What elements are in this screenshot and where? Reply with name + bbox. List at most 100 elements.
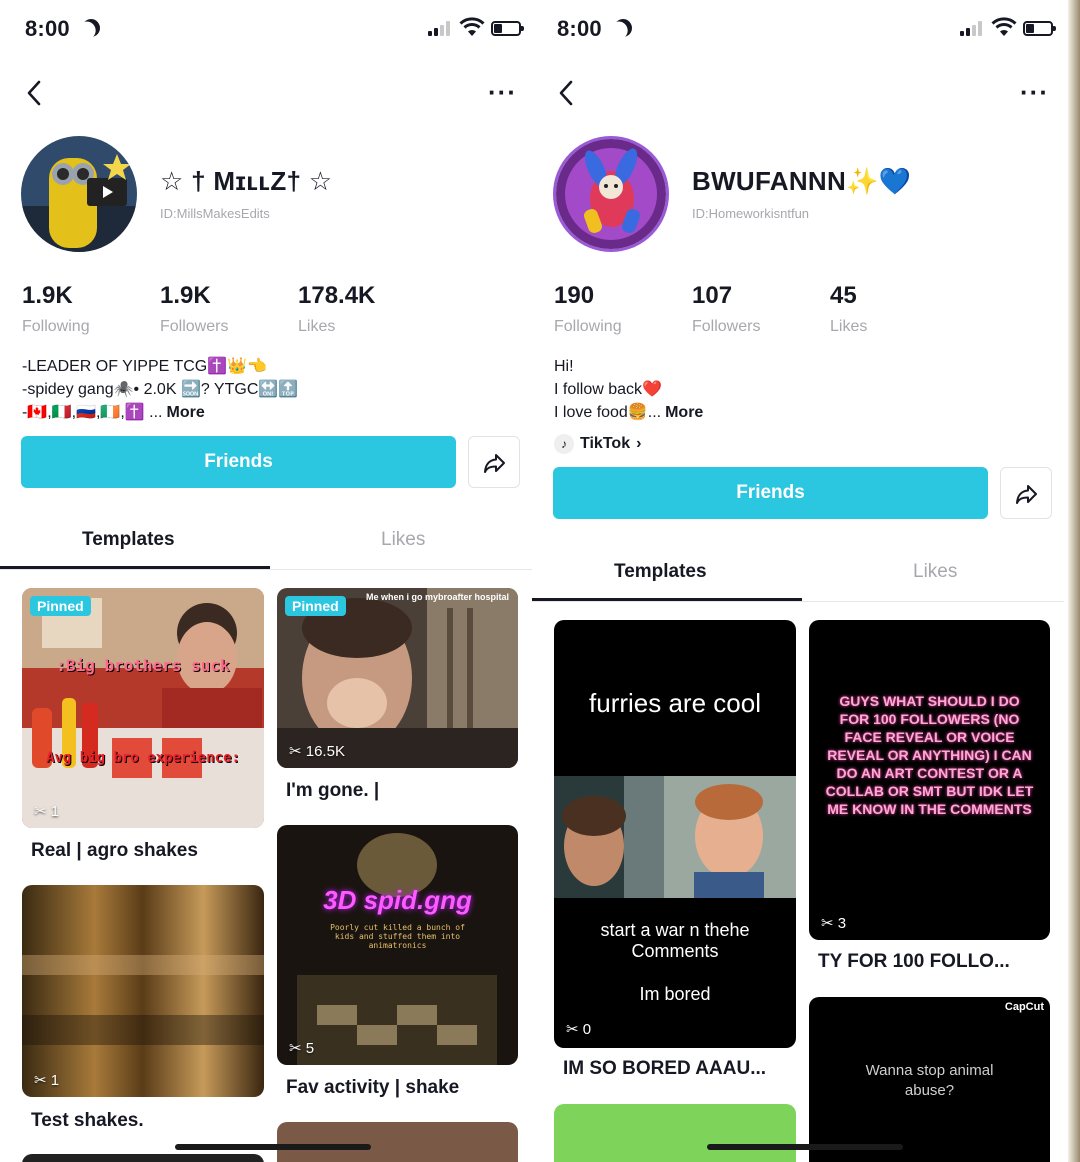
- signal-icon: [960, 20, 986, 36]
- signal-icon: [428, 20, 454, 36]
- template-card[interactable]: [22, 1154, 264, 1162]
- bio-line: I love food🍔... More: [554, 401, 703, 424]
- template-caption[interactable]: Test shakes.: [31, 1110, 144, 1132]
- friends-button[interactable]: Friends: [21, 436, 456, 488]
- tiktok-icon: ♪: [554, 434, 574, 454]
- status-time: 8:00: [25, 16, 70, 41]
- followers-label: Followers: [692, 318, 761, 335]
- tab-likes[interactable]: Likes: [913, 561, 957, 583]
- uses-count: ✂ 0: [566, 1021, 592, 1038]
- left-profile-screen: 8:00 ··· ☆ † MɪʟʟZ† ☆ ID:MillsMakesEdits…: [0, 0, 532, 1162]
- tab-templates[interactable]: Templates: [82, 529, 175, 551]
- bio-more-link[interactable]: More: [665, 404, 703, 421]
- profile-id: ID:MillsMakesEdits: [160, 206, 270, 221]
- overlay-text: Im bored: [639, 984, 711, 1004]
- bio-line-text: -🇨🇦,🇮🇹,🇷🇺,🇮🇪,✝️ ...: [22, 404, 163, 421]
- uses-value: 1: [50, 803, 60, 820]
- likes-count: 45: [830, 282, 857, 309]
- bio-line: -LEADER OF YIPPE TCG✝️👑👈: [22, 358, 267, 375]
- uses-value: 16.5K: [305, 743, 345, 760]
- overlay-text: :Big brothers suck: [56, 656, 230, 675]
- overlay-text: 3D spid.gng: [323, 885, 472, 915]
- followers-label: Followers: [160, 318, 229, 335]
- tab-divider: [532, 601, 1064, 602]
- template-card[interactable]: [554, 1104, 796, 1162]
- uses-count: ✂ 5: [289, 1040, 315, 1057]
- template-caption[interactable]: Fav activity | shake: [286, 1077, 459, 1099]
- following-label: Following: [554, 318, 622, 335]
- template-card[interactable]: CapCut Wanna stop animal abuse?: [809, 997, 1050, 1162]
- tab-templates[interactable]: Templates: [614, 561, 707, 583]
- bio-line: -spidey gang🕷️• 2.0K 🔜? YTGC🔛🔝: [22, 381, 299, 398]
- status-bar: 8:00: [0, 0, 532, 60]
- overlay-text: furries are cool: [589, 688, 761, 718]
- share-button[interactable]: [1000, 467, 1052, 519]
- tiktok-link[interactable]: ♪ TikTok ›: [554, 432, 641, 456]
- template-caption[interactable]: IM SO BORED AAAU...: [563, 1058, 766, 1080]
- avatar[interactable]: [553, 136, 669, 252]
- more-options-icon[interactable]: ···: [488, 79, 518, 105]
- uses-count: ✂ 16.5K: [289, 743, 345, 760]
- status-time: 8:00: [557, 16, 602, 41]
- template-card[interactable]: Guys what should I do for 100 followers …: [809, 620, 1050, 940]
- bio-line: -🇨🇦,🇮🇹,🇷🇺,🇮🇪,✝️ ... More: [22, 401, 205, 424]
- template-card[interactable]: furries are cool start a war n thehe Com…: [554, 620, 796, 1048]
- home-indicator[interactable]: [175, 1144, 371, 1150]
- wifi-icon: [991, 17, 1017, 36]
- uses-count: ✂ 1: [34, 803, 60, 820]
- template-card[interactable]: Pinned :Big brothers suck Avg big bro ex…: [22, 588, 264, 828]
- share-button[interactable]: [468, 436, 520, 488]
- tab-divider: [0, 569, 532, 570]
- battery-icon: [1023, 21, 1056, 36]
- device-edge: [1068, 0, 1080, 1162]
- wifi-icon: [459, 17, 485, 36]
- status-bar: 8:00: [532, 0, 1064, 60]
- avatar[interactable]: [21, 136, 137, 252]
- profile-id: ID:Homeworkisntfun: [692, 206, 810, 221]
- share-icon: [1016, 485, 1037, 504]
- followers-count[interactable]: 1.9K: [160, 282, 211, 310]
- moon-icon: [79, 16, 104, 41]
- following-label: Following: [22, 318, 90, 335]
- tiktok-link-label: TikTok: [580, 435, 631, 452]
- overlay-text: Poorly cut killed a bunch of kids and st…: [330, 923, 465, 950]
- uses-value: 5: [305, 1040, 315, 1057]
- template-card[interactable]: [277, 1122, 518, 1162]
- pinned-badge: Pinned: [30, 596, 91, 616]
- uses-count: ✂ 3: [821, 915, 847, 932]
- template-caption[interactable]: I'm gone. |: [286, 780, 379, 802]
- likes-label: Likes: [830, 318, 868, 335]
- friends-button[interactable]: Friends: [553, 467, 988, 519]
- overlay-text: start a war n thehe Comments: [600, 920, 750, 961]
- template-caption[interactable]: TY FOR 100 FOLLO...: [818, 951, 1010, 973]
- following-count[interactable]: 190: [554, 282, 594, 310]
- share-icon: [484, 454, 505, 473]
- right-profile-screen: 8:00 ··· BWUFANNN✨💙 ID:Homeworkisntfun 1…: [532, 0, 1064, 1162]
- template-card[interactable]: Pinned Me when i go mybroafter hospital …: [277, 588, 518, 768]
- battery-icon: [491, 21, 524, 36]
- uses-count: ✂ 1: [34, 1072, 60, 1089]
- profile-name: ☆ † MɪʟʟZ† ☆: [160, 166, 333, 196]
- bio-line: Hi!: [554, 358, 574, 375]
- likes-count: 178.4K: [298, 282, 376, 309]
- bio-more-link[interactable]: More: [167, 404, 205, 421]
- back-arrow-icon[interactable]: [20, 78, 50, 108]
- chevron-right-icon: ›: [636, 435, 642, 452]
- template-card[interactable]: 3D spid.gng Poorly cut killed a bunch of…: [277, 825, 518, 1065]
- more-options-icon[interactable]: ···: [1020, 79, 1050, 105]
- followers-count[interactable]: 107: [692, 282, 732, 310]
- tab-likes[interactable]: Likes: [381, 529, 425, 551]
- overlay-text: Avg big bro experience:: [46, 750, 240, 766]
- overlay-text: Me when i go mybroafter hospital: [365, 592, 509, 602]
- following-count[interactable]: 1.9K: [22, 282, 73, 310]
- back-arrow-icon[interactable]: [552, 78, 582, 108]
- uses-value: 3: [837, 915, 847, 932]
- template-thumbnail: [554, 776, 796, 898]
- bio-line-text: I love food🍔...: [554, 404, 662, 421]
- template-caption[interactable]: Real | agro shakes: [31, 840, 198, 862]
- overlay-text: Guys what should I do for 100 followers …: [825, 693, 1034, 817]
- template-card[interactable]: ✂ 1: [22, 885, 264, 1097]
- likes-label: Likes: [298, 318, 336, 335]
- template-thumbnail: [22, 588, 264, 828]
- home-indicator[interactable]: [707, 1144, 903, 1150]
